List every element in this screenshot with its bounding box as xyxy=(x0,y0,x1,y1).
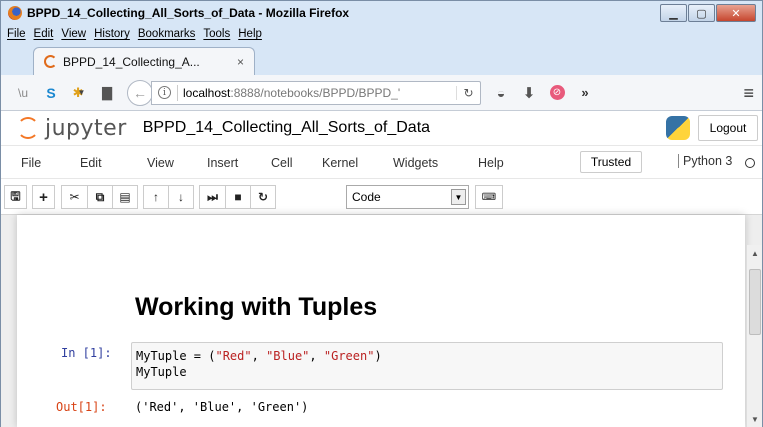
jupyter-header: jupyter BPPD_14_Collecting_All_Sorts_of_… xyxy=(1,111,762,145)
input-prompt: In [1]: xyxy=(61,346,112,360)
keyboard-icon[interactable]: ⌨ xyxy=(475,185,503,209)
toolbar-right-icons: ◒ ⬇ ⊘ » xyxy=(487,81,599,105)
move-down-icon[interactable]: ↓ xyxy=(168,185,194,209)
tab-title: BPPD_14_Collecting_A... xyxy=(63,54,200,69)
code-string-red: "Red" xyxy=(215,349,252,363)
kernel-status-icon xyxy=(745,158,755,168)
extension-icon[interactable]: ✱ ▼ xyxy=(65,81,93,105)
minimize-button[interactable]: ▁ xyxy=(660,4,687,22)
jupyter-logo-text[interactable]: jupyter xyxy=(45,116,127,141)
printer-icon[interactable]: ▇ xyxy=(93,81,121,105)
jmenu-view[interactable]: View xyxy=(147,156,174,170)
firefox-icon xyxy=(8,6,22,20)
notebook-area: Working with Tuples In [1]: MyTuple = ("… xyxy=(1,215,762,427)
interrupt-icon[interactable]: ■ xyxy=(225,185,251,209)
code-line-2: MyTuple xyxy=(136,365,187,379)
code-line-1: MyTuple = ("Red", "Blue", "Green") xyxy=(136,348,718,364)
loading-spinner-icon xyxy=(44,55,57,68)
skype-icon[interactable]: S xyxy=(37,81,65,105)
reload-icon[interactable]: ↻ xyxy=(456,85,480,100)
browser-window: BPPD_14_Collecting_All_Sorts_of_Data - M… xyxy=(0,0,763,427)
notebook-scrollbar[interactable]: ▲ ▼ xyxy=(746,245,762,427)
restart-icon[interactable]: ↻ xyxy=(250,185,276,209)
scroll-down-icon[interactable]: ▼ xyxy=(747,411,763,427)
code-string-blue: "Blue" xyxy=(266,349,310,363)
tab-close-icon[interactable]: × xyxy=(237,55,244,69)
jmenu-file[interactable]: File xyxy=(21,156,41,170)
scroll-thumb[interactable] xyxy=(749,269,761,335)
window-title: BPPD_14_Collecting_All_Sorts_of_Data - M… xyxy=(27,6,350,20)
overflow-menu-icon[interactable]: » xyxy=(571,81,599,105)
menu-help[interactable]: Help xyxy=(238,28,262,40)
move-up-icon[interactable]: ↑ xyxy=(143,185,169,209)
run-cell-icon[interactable]: ⏭ xyxy=(199,185,226,209)
rss-icon[interactable]: \u xyxy=(9,81,37,105)
code-var: MyTuple = ( xyxy=(136,349,216,363)
jupyter-menu-bar: File Edit View Insert Cell Kernel Widget… xyxy=(1,145,762,179)
tab-strip: BPPD_14_Collecting_A... × xyxy=(1,43,762,75)
url-host: localhost xyxy=(183,85,231,100)
chevron-down-icon: ▼ xyxy=(451,189,466,205)
output-prompt: Out[1]: xyxy=(56,400,107,414)
menu-bookmarks[interactable]: Bookmarks xyxy=(138,28,196,40)
maximize-button[interactable]: ▢ xyxy=(688,4,715,22)
scroll-up-icon[interactable]: ▲ xyxy=(747,245,763,261)
python-logo-icon xyxy=(666,116,690,140)
pocket-icon[interactable]: ◒ xyxy=(487,81,515,105)
insert-cell-icon[interactable]: + xyxy=(32,185,55,209)
menu-tools[interactable]: Tools xyxy=(203,28,230,40)
hamburger-menu-icon[interactable]: ≡ xyxy=(743,83,754,104)
chevron-down-icon: ▼ xyxy=(77,88,86,97)
code-sep-1: , xyxy=(251,349,267,363)
code-close-paren: ) xyxy=(374,349,382,363)
cut-icon[interactable]: ✂ xyxy=(61,185,88,209)
menu-view[interactable]: View xyxy=(61,28,86,40)
close-window-button[interactable]: ✕ xyxy=(716,4,756,22)
copy-icon[interactable]: ⧉ xyxy=(87,185,113,209)
notebook-name[interactable]: BPPD_14_Collecting_All_Sorts_of_Data xyxy=(143,119,430,137)
jmenu-widgets[interactable]: Widgets xyxy=(393,156,438,170)
navigation-toolbar: \u S ✱ ▼ ▇ ← i localhost :8888/notebooks/… xyxy=(1,75,762,111)
blocked-icon-wrapper[interactable]: ⊘ xyxy=(543,81,571,105)
download-icon[interactable]: ⬇ xyxy=(515,81,543,105)
code-string-green: "Green" xyxy=(323,349,375,363)
cell-type-value: Code xyxy=(352,190,381,204)
cell-type-select[interactable]: Code ▼ xyxy=(346,185,469,209)
paste-icon[interactable]: ▤ xyxy=(112,185,138,209)
menu-edit[interactable]: Edit xyxy=(34,28,54,40)
blocked-icon: ⊘ xyxy=(549,85,565,100)
url-separator xyxy=(177,84,178,101)
browser-tab[interactable]: BPPD_14_Collecting_A... × xyxy=(33,47,255,75)
code-sep-2: , xyxy=(309,349,324,363)
jmenu-help[interactable]: Help xyxy=(478,156,504,170)
notebook-page: Working with Tuples In [1]: MyTuple = ("… xyxy=(17,215,745,427)
back-button[interactable]: ← xyxy=(127,79,153,106)
jmenu-insert[interactable]: Insert xyxy=(207,156,238,170)
trusted-indicator[interactable]: Trusted xyxy=(580,151,642,173)
menu-history[interactable]: History xyxy=(94,28,130,40)
markdown-heading[interactable]: Working with Tuples xyxy=(135,293,377,322)
jmenu-edit[interactable]: Edit xyxy=(80,156,102,170)
url-bar[interactable]: i localhost :8888/notebooks/BPPD/BPPD_' … xyxy=(151,80,481,105)
save-icon[interactable]: 🖫 xyxy=(4,185,27,209)
cell-output: ('Red', 'Blue', 'Green') xyxy=(135,400,309,414)
jmenu-cell[interactable]: Cell xyxy=(271,156,293,170)
url-path: :8888/notebooks/BPPD/BPPD_' xyxy=(230,85,401,100)
jupyter-toolbar: 🖫 + ✂ ⧉ ▤ ↑ ↓ ⏭ ■ ↻ Code ▼ ⌨ xyxy=(1,179,762,215)
menu-file[interactable]: File xyxy=(7,28,26,40)
logout-button[interactable]: Logout xyxy=(698,115,758,141)
title-bar: BPPD_14_Collecting_All_Sorts_of_Data - M… xyxy=(1,1,762,25)
info-icon[interactable]: i xyxy=(158,86,171,99)
window-controls: ▁ ▢ ✕ xyxy=(660,4,756,22)
browser-menu-bar: File Edit View History Bookmarks Tools H… xyxy=(1,25,762,43)
jmenu-kernel[interactable]: Kernel xyxy=(322,156,358,170)
kernel-name[interactable]: Python 3 xyxy=(678,154,732,168)
jupyter-logo-icon[interactable] xyxy=(17,117,39,139)
code-cell-input[interactable]: MyTuple = ("Red", "Blue", "Green") MyTup… xyxy=(131,342,723,390)
